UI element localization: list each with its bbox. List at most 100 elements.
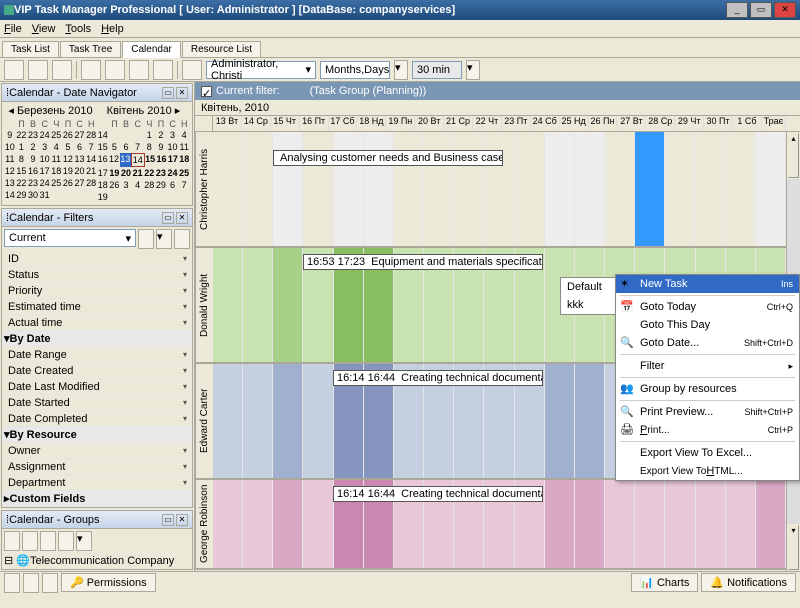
task-bar-analysing[interactable]: Analysing customer needs and Business ca… (273, 150, 503, 166)
ctx-group-by-res[interactable]: 👥Group by resources (616, 380, 799, 398)
filter-row-status[interactable]: Status▾ (2, 267, 192, 283)
day-col[interactable]: 23 Пт (502, 116, 531, 131)
tool-button-1[interactable] (4, 60, 24, 80)
filter-btn-3[interactable] (174, 229, 190, 249)
tool-button-5[interactable] (105, 60, 125, 80)
tab-calendar[interactable]: Calendar (122, 41, 181, 58)
ctx-print-preview[interactable]: 🔍Print Preview...Shift+Ctrl+P (616, 403, 799, 421)
task-bar-techdoc-2[interactable]: 16:14 16:44Creating technical documentat… (333, 486, 543, 502)
ctx-kkk[interactable]: kkk (561, 296, 619, 314)
groups-btn-3[interactable] (40, 531, 56, 551)
day-col[interactable]: 13 Вт (213, 116, 242, 131)
groups-btn-1[interactable] (4, 531, 20, 551)
filter-row-datestarted[interactable]: Date Started▾ (2, 395, 192, 411)
menu-file[interactable]: File (4, 23, 22, 35)
day-col-track[interactable]: Трає (762, 116, 786, 131)
filter-current-dropdown[interactable]: Current▾ (4, 229, 136, 247)
scroll-up-icon[interactable]: ▴ (788, 133, 799, 178)
task-bar-equipment[interactable]: 16:53 17:23Equipment and materials speci… (303, 254, 543, 270)
user-dropdown[interactable]: Administrator, Christi▾ (206, 61, 316, 79)
status-btn-3[interactable] (42, 573, 58, 593)
filter-btn-2[interactable]: ▾ (156, 229, 172, 249)
filter-row-esttime[interactable]: Estimated time▾ (2, 299, 192, 315)
panel-expand-icon[interactable]: ▭ (162, 87, 174, 99)
day-col[interactable]: 1 Сб (733, 116, 762, 131)
filter-header-bydate[interactable]: ▾ By Date (2, 331, 192, 347)
tab-task-list[interactable]: Task List (2, 41, 59, 57)
tree-root[interactable]: ⊟ 🌐 Telecommunication Company (2, 553, 192, 568)
groups-btn-5[interactable]: ▾ (76, 531, 92, 551)
day-col[interactable]: 29 Чт (675, 116, 704, 131)
tool-button-4[interactable] (81, 60, 101, 80)
task-bar-techdoc-1[interactable]: 16:14 16:44Creating technical documentat… (333, 370, 543, 386)
day-col[interactable]: 24 Сб (531, 116, 560, 131)
filter-row-acttime[interactable]: Actual time▾ (2, 315, 192, 331)
day-col[interactable]: 21 Ср (444, 116, 473, 131)
day-col[interactable]: 19 Пн (386, 116, 415, 131)
filter-checkbox[interactable]: ✓ (201, 86, 212, 97)
tree-projects[interactable]: ⊟ 📁 Projects (2, 568, 192, 570)
day-col[interactable]: 30 Пт (704, 116, 733, 131)
filter-row-owner[interactable]: Owner▾ (2, 443, 192, 459)
status-tab-charts[interactable]: 📊Charts (631, 573, 698, 592)
ctx-export-excel[interactable]: Export View To Excel... (616, 444, 799, 462)
day-col[interactable]: 16 Пт (300, 116, 329, 131)
close-button[interactable]: ✕ (774, 2, 796, 18)
menu-view[interactable]: View (32, 23, 56, 35)
next-month-arrow[interactable]: ▸ (172, 105, 181, 117)
ctx-new-task[interactable]: ✶New TaskIns (616, 275, 799, 293)
day-col[interactable]: 26 Пн (589, 116, 618, 131)
prev-month-arrow[interactable]: ◂ (8, 105, 17, 117)
tool-button-6[interactable] (129, 60, 149, 80)
ctx-print[interactable]: 🖨Print...Ctrl+P (616, 421, 799, 439)
filter-header-custom[interactable]: ▸ Custom Fields (2, 491, 192, 507)
panel-expand-icon[interactable]: ▭ (162, 212, 174, 224)
panel-close-icon[interactable]: ✕ (176, 514, 188, 526)
minimize-button[interactable]: _ (726, 2, 748, 18)
ctx-filter[interactable]: Filter▸ (616, 357, 799, 375)
filter-btn-1[interactable] (138, 229, 154, 249)
panel-close-icon[interactable]: ✕ (176, 212, 188, 224)
filter-row-id[interactable]: ID▾ (2, 251, 192, 267)
filter-row-assignment[interactable]: Assignment▾ (2, 459, 192, 475)
filter-row-datecreated[interactable]: Date Created▾ (2, 363, 192, 379)
tool-button-7[interactable] (153, 60, 173, 80)
tab-task-tree[interactable]: Task Tree (60, 41, 121, 57)
ctx-export-html[interactable]: Export View To HTML... (616, 462, 799, 480)
ctx-goto-thisday[interactable]: Goto This Day (616, 316, 799, 334)
menu-help[interactable]: Help (101, 23, 124, 35)
day-col[interactable]: 15 Чт (271, 116, 300, 131)
groups-btn-2[interactable] (22, 531, 38, 551)
filter-row-datelastmod[interactable]: Date Last Modified▾ (2, 379, 192, 395)
tool-button-2[interactable] (28, 60, 48, 80)
groups-btn-4[interactable] (58, 531, 74, 551)
ctx-goto-date[interactable]: 🔍Goto Date...Shift+Ctrl+D (616, 334, 799, 352)
scale-dropdown-arrow[interactable]: ▾ (394, 60, 408, 80)
filter-row-department[interactable]: Department▾ (2, 475, 192, 491)
tab-resource-list[interactable]: Resource List (182, 41, 261, 57)
menu-tools[interactable]: Tools (65, 23, 91, 35)
day-col[interactable]: 17 Сб (329, 116, 358, 131)
panel-expand-icon[interactable]: ▭ (162, 514, 174, 526)
tool-button-3[interactable] (52, 60, 72, 80)
day-col[interactable]: 14 Ср (242, 116, 271, 131)
day-col[interactable]: 27 Вт (617, 116, 646, 131)
day-col[interactable]: 22 Чт (473, 116, 502, 131)
ctx-default[interactable]: Default (561, 278, 619, 296)
status-btn-1[interactable] (4, 573, 20, 593)
day-col[interactable]: 28 Ср (646, 116, 675, 131)
filter-row-daterange[interactable]: Date Range▾ (2, 347, 192, 363)
day-col[interactable]: 20 Вт (415, 116, 444, 131)
scale-dropdown[interactable]: Months,Days (320, 61, 390, 79)
maximize-button[interactable]: ▭ (750, 2, 772, 18)
panel-close-icon[interactable]: ✕ (176, 87, 188, 99)
day-col[interactable]: 18 Нд (357, 116, 386, 131)
gantt-area[interactable]: 16:14 16:44Creating technical documentat… (213, 480, 786, 568)
time-dropdown-arrow[interactable]: ▾ (466, 60, 480, 80)
ctx-goto-today[interactable]: 📅Goto TodayCtrl+Q (616, 298, 799, 316)
filter-row-priority[interactable]: Priority▾ (2, 283, 192, 299)
filter-header-byres[interactable]: ▾ By Resource (2, 427, 192, 443)
gantt-area[interactable]: Analysing customer needs and Business ca… (213, 132, 786, 246)
status-btn-2[interactable] (23, 573, 39, 593)
day-col[interactable]: 25 Нд (560, 116, 589, 131)
